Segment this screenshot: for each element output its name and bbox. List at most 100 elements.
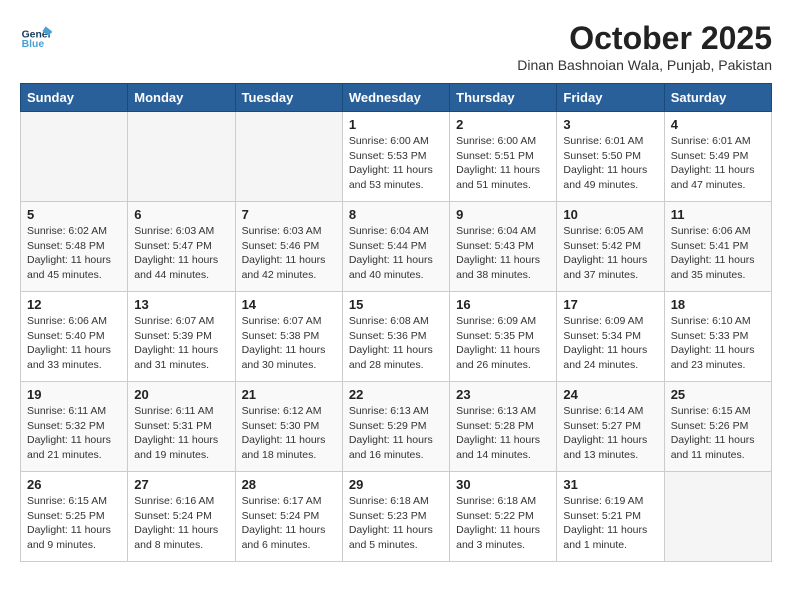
- calendar-cell: 21Sunrise: 6:12 AM Sunset: 5:30 PM Dayli…: [235, 382, 342, 472]
- calendar-cell: 19 Sunrise: 6:11 AM Sunset: 5:32 PM Dayli…: [21, 382, 128, 472]
- day-number: 19: [27, 387, 121, 402]
- day-info: Sunrise: 6:11 AM Sunset: 5:32 PM Dayligh…: [27, 404, 121, 463]
- calendar-cell: 5Sunrise: 6:02 AM Sunset: 5:48 PM Daylig…: [21, 202, 128, 292]
- day-info: Sunrise: 6:13 AM Sunset: 5:29 PM Dayligh…: [349, 404, 443, 463]
- day-info: Sunrise: 6:15 AM Sunset: 5:25 PM Dayligh…: [27, 494, 121, 553]
- calendar-cell: 10 Sunrise: 6:05 AM Sunset: 5:42 PM Dayli…: [557, 202, 664, 292]
- calendar-cell: 30 Sunrise: 6:18 AM Sunset: 5:22 PM Dayli…: [450, 472, 557, 562]
- calendar-cell: [21, 112, 128, 202]
- day-number: 6: [134, 207, 228, 222]
- calendar-cell: 31Sunrise: 6:19 AM Sunset: 5:21 PM Dayli…: [557, 472, 664, 562]
- day-info: Sunrise: 6:03 AM Sunset: 5:46 PM Dayligh…: [242, 224, 336, 283]
- day-number: 22: [349, 387, 443, 402]
- day-info: Sunrise: 6:17 AM Sunset: 5:24 PM Dayligh…: [242, 494, 336, 553]
- day-number: 20: [134, 387, 228, 402]
- calendar-cell: 17 Sunrise: 6:09 AM Sunset: 5:34 PM Dayli…: [557, 292, 664, 382]
- calendar-cell: 4 Sunrise: 6:01 AM Sunset: 5:49 PM Daylig…: [664, 112, 771, 202]
- calendar-cell: 29Sunrise: 6:18 AM Sunset: 5:23 PM Dayli…: [342, 472, 449, 562]
- calendar-cell: 24 Sunrise: 6:14 AM Sunset: 5:27 PM Dayli…: [557, 382, 664, 472]
- calendar-cell: [235, 112, 342, 202]
- day-number: 7: [242, 207, 336, 222]
- day-number: 23: [456, 387, 550, 402]
- day-info: Sunrise: 6:10 AM Sunset: 5:33 PM Dayligh…: [671, 314, 765, 373]
- day-number: 4: [671, 117, 765, 132]
- calendar-table: SundayMondayTuesdayWednesdayThursdayFrid…: [20, 83, 772, 562]
- weekday-header-sunday: Sunday: [21, 84, 128, 112]
- calendar-cell: 7 Sunrise: 6:03 AM Sunset: 5:46 PM Daylig…: [235, 202, 342, 292]
- weekday-header-friday: Friday: [557, 84, 664, 112]
- day-info: Sunrise: 6:09 AM Sunset: 5:35 PM Dayligh…: [456, 314, 550, 373]
- calendar-cell: 1 Sunrise: 6:00 AM Sunset: 5:53 PM Daylig…: [342, 112, 449, 202]
- day-number: 31: [563, 477, 657, 492]
- calendar-cell: 11Sunrise: 6:06 AM Sunset: 5:41 PM Dayli…: [664, 202, 771, 292]
- calendar-cell: [128, 112, 235, 202]
- day-number: 10: [563, 207, 657, 222]
- day-info: Sunrise: 6:05 AM Sunset: 5:42 PM Dayligh…: [563, 224, 657, 283]
- day-number: 9: [456, 207, 550, 222]
- day-info: Sunrise: 6:18 AM Sunset: 5:22 PM Dayligh…: [456, 494, 550, 553]
- calendar-cell: 25 Sunrise: 6:15 AM Sunset: 5:26 PM Dayli…: [664, 382, 771, 472]
- day-info: Sunrise: 6:18 AM Sunset: 5:23 PM Dayligh…: [349, 494, 443, 553]
- day-number: 27: [134, 477, 228, 492]
- day-info: Sunrise: 6:16 AM Sunset: 5:24 PM Dayligh…: [134, 494, 228, 553]
- calendar-week-4: 19 Sunrise: 6:11 AM Sunset: 5:32 PM Dayli…: [21, 382, 772, 472]
- weekday-header-tuesday: Tuesday: [235, 84, 342, 112]
- title-block: October 2025 Dinan Bashnoian Wala, Punja…: [517, 20, 772, 73]
- day-number: 26: [27, 477, 121, 492]
- day-info: Sunrise: 6:15 AM Sunset: 5:26 PM Dayligh…: [671, 404, 765, 463]
- calendar-cell: 27 Sunrise: 6:16 AM Sunset: 5:24 PM Dayli…: [128, 472, 235, 562]
- day-info: Sunrise: 6:08 AM Sunset: 5:36 PM Dayligh…: [349, 314, 443, 373]
- calendar-cell: 12Sunrise: 6:06 AM Sunset: 5:40 PM Dayli…: [21, 292, 128, 382]
- day-info: Sunrise: 6:09 AM Sunset: 5:34 PM Dayligh…: [563, 314, 657, 373]
- calendar-cell: 13 Sunrise: 6:07 AM Sunset: 5:39 PM Dayli…: [128, 292, 235, 382]
- day-number: 5: [27, 207, 121, 222]
- calendar-cell: 22 Sunrise: 6:13 AM Sunset: 5:29 PM Dayli…: [342, 382, 449, 472]
- calendar-cell: 9Sunrise: 6:04 AM Sunset: 5:43 PM Daylig…: [450, 202, 557, 292]
- calendar-cell: 15 Sunrise: 6:08 AM Sunset: 5:36 PM Dayli…: [342, 292, 449, 382]
- calendar-week-3: 12Sunrise: 6:06 AM Sunset: 5:40 PM Dayli…: [21, 292, 772, 382]
- day-info: Sunrise: 6:01 AM Sunset: 5:50 PM Dayligh…: [563, 134, 657, 193]
- weekday-header-wednesday: Wednesday: [342, 84, 449, 112]
- month-title: October 2025: [517, 20, 772, 57]
- calendar-cell: 28Sunrise: 6:17 AM Sunset: 5:24 PM Dayli…: [235, 472, 342, 562]
- day-number: 18: [671, 297, 765, 312]
- calendar-header-row: SundayMondayTuesdayWednesdayThursdayFrid…: [21, 84, 772, 112]
- day-number: 1: [349, 117, 443, 132]
- day-number: 17: [563, 297, 657, 312]
- day-info: Sunrise: 6:11 AM Sunset: 5:31 PM Dayligh…: [134, 404, 228, 463]
- page-header: General Blue October 2025 Dinan Bashnoia…: [20, 20, 772, 73]
- calendar-body: 1 Sunrise: 6:00 AM Sunset: 5:53 PM Daylig…: [21, 112, 772, 562]
- day-info: Sunrise: 6:14 AM Sunset: 5:27 PM Dayligh…: [563, 404, 657, 463]
- day-info: Sunrise: 6:07 AM Sunset: 5:38 PM Dayligh…: [242, 314, 336, 373]
- day-number: 30: [456, 477, 550, 492]
- day-info: Sunrise: 6:07 AM Sunset: 5:39 PM Dayligh…: [134, 314, 228, 373]
- calendar-week-1: 1 Sunrise: 6:00 AM Sunset: 5:53 PM Daylig…: [21, 112, 772, 202]
- calendar-cell: 14 Sunrise: 6:07 AM Sunset: 5:38 PM Dayli…: [235, 292, 342, 382]
- calendar-cell: 2 Sunrise: 6:00 AM Sunset: 5:51 PM Daylig…: [450, 112, 557, 202]
- day-number: 14: [242, 297, 336, 312]
- day-info: Sunrise: 6:04 AM Sunset: 5:44 PM Dayligh…: [349, 224, 443, 283]
- calendar-cell: 3 Sunrise: 6:01 AM Sunset: 5:50 PM Daylig…: [557, 112, 664, 202]
- day-number: 16: [456, 297, 550, 312]
- day-info: Sunrise: 6:13 AM Sunset: 5:28 PM Dayligh…: [456, 404, 550, 463]
- calendar-week-2: 5Sunrise: 6:02 AM Sunset: 5:48 PM Daylig…: [21, 202, 772, 292]
- calendar-cell: 16 Sunrise: 6:09 AM Sunset: 5:35 PM Dayli…: [450, 292, 557, 382]
- day-number: 3: [563, 117, 657, 132]
- day-info: Sunrise: 6:00 AM Sunset: 5:51 PM Dayligh…: [456, 134, 550, 193]
- location-subtitle: Dinan Bashnoian Wala, Punjab, Pakistan: [517, 57, 772, 73]
- day-number: 13: [134, 297, 228, 312]
- day-info: Sunrise: 6:01 AM Sunset: 5:49 PM Dayligh…: [671, 134, 765, 193]
- svg-text:Blue: Blue: [22, 39, 45, 50]
- day-number: 25: [671, 387, 765, 402]
- calendar-cell: 6Sunrise: 6:03 AM Sunset: 5:47 PM Daylig…: [128, 202, 235, 292]
- day-number: 15: [349, 297, 443, 312]
- day-number: 2: [456, 117, 550, 132]
- day-number: 11: [671, 207, 765, 222]
- calendar-cell: 8Sunrise: 6:04 AM Sunset: 5:44 PM Daylig…: [342, 202, 449, 292]
- calendar-week-5: 26 Sunrise: 6:15 AM Sunset: 5:25 PM Dayli…: [21, 472, 772, 562]
- calendar-cell: 20 Sunrise: 6:11 AM Sunset: 5:31 PM Dayli…: [128, 382, 235, 472]
- day-info: Sunrise: 6:00 AM Sunset: 5:53 PM Dayligh…: [349, 134, 443, 193]
- weekday-header-monday: Monday: [128, 84, 235, 112]
- day-info: Sunrise: 6:12 AM Sunset: 5:30 PM Dayligh…: [242, 404, 336, 463]
- day-number: 24: [563, 387, 657, 402]
